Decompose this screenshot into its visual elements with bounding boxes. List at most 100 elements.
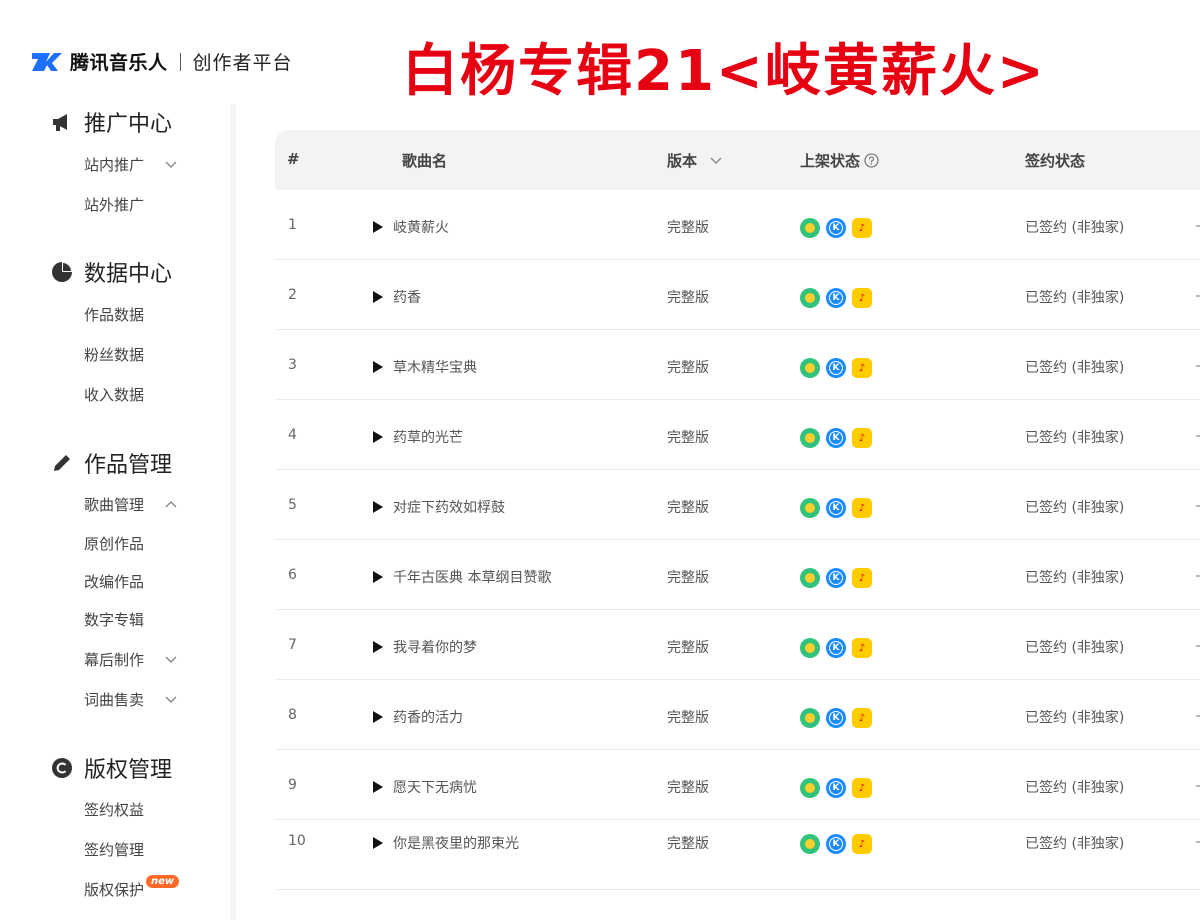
- kuwo-icon[interactable]: ♪: [852, 498, 872, 518]
- play-icon[interactable]: [373, 571, 383, 583]
- qq-music-icon[interactable]: [800, 498, 820, 518]
- logo-divider: [179, 52, 181, 71]
- kugou-icon[interactable]: K: [826, 568, 846, 588]
- song-name-cell[interactable]: 愿天下无病忧: [373, 777, 477, 797]
- sidebar-section-data[interactable]: 数据中心: [50, 256, 172, 288]
- kuwo-icon[interactable]: ♪: [852, 358, 872, 378]
- sidebar-section-copyright[interactable]: 版权管理: [50, 752, 172, 784]
- platform-status: K ♪: [800, 428, 878, 448]
- song-version: 完整版: [667, 430, 709, 446]
- table-row[interactable]: 9 愿天下无病忧 完整版 K ♪ 已签约 (非独家): [275, 750, 1200, 820]
- kugou-icon[interactable]: K: [826, 288, 846, 308]
- qq-music-icon[interactable]: [800, 568, 820, 588]
- table-header: # 歌曲名 版本 上架状态 签约状态: [275, 130, 1200, 190]
- table-row[interactable]: 6 千年古医典 本草纲目赞歌 完整版 K ♪ 已签约 (非独家): [275, 540, 1200, 610]
- kugou-icon[interactable]: K: [826, 428, 846, 448]
- sidebar-item-lyrics-sales[interactable]: 词曲售卖: [84, 689, 178, 710]
- help-icon[interactable]: [864, 153, 879, 168]
- sidebar-item-original-works[interactable]: 原创作品: [84, 533, 144, 554]
- brand-logo[interactable]: 腾讯音乐人 创作者平台: [30, 48, 293, 75]
- kugou-icon[interactable]: K: [826, 638, 846, 658]
- sidebar-item-copyright-protection[interactable]: 版权保护 new: [84, 875, 180, 900]
- logo-subtitle: 创作者平台: [192, 52, 293, 74]
- play-icon[interactable]: [373, 837, 383, 849]
- qq-music-icon[interactable]: [800, 834, 820, 854]
- sidebar-item-offsite-promotion[interactable]: 站外推广: [84, 194, 144, 215]
- kuwo-icon[interactable]: ♪: [852, 428, 872, 448]
- sidebar-item-works-data[interactable]: 作品数据: [84, 304, 144, 325]
- qq-music-icon[interactable]: [800, 288, 820, 308]
- table-row[interactable]: 4 药草的光芒 完整版 K ♪ 已签约 (非独家): [275, 400, 1200, 470]
- sidebar-section-works[interactable]: 作品管理: [50, 447, 172, 479]
- play-icon[interactable]: [373, 781, 383, 793]
- play-icon[interactable]: [373, 501, 383, 513]
- song-name-cell[interactable]: 你是黑夜里的那束光: [373, 833, 519, 853]
- play-icon[interactable]: [373, 221, 383, 233]
- qq-music-icon[interactable]: [800, 638, 820, 658]
- sidebar-item-income-data[interactable]: 收入数据: [84, 384, 144, 405]
- song-name-cell[interactable]: 草木精华宝典: [373, 357, 477, 377]
- sidebar-item-sign-management[interactable]: 签约管理: [84, 839, 144, 860]
- row-number: 7: [288, 637, 297, 653]
- kugou-icon[interactable]: K: [826, 834, 846, 854]
- kuwo-icon[interactable]: ♪: [852, 708, 872, 728]
- sidebar-section-promotion[interactable]: 推广中心: [50, 106, 172, 138]
- kuwo-icon[interactable]: ♪: [852, 218, 872, 238]
- play-icon[interactable]: [373, 641, 383, 653]
- song-name-cell[interactable]: 对症下药效如桴鼓: [373, 497, 505, 517]
- song-name: 我寻着你的梦: [393, 640, 477, 656]
- play-icon[interactable]: [373, 291, 383, 303]
- kuwo-icon[interactable]: ♪: [852, 834, 872, 854]
- nav-label: 站外推广: [84, 196, 145, 214]
- table-row[interactable]: 10 你是黑夜里的那束光 完整版 K ♪ 已签约 (非独家): [275, 820, 1200, 890]
- row-edge-marker: [1196, 645, 1200, 647]
- qq-music-icon[interactable]: [800, 358, 820, 378]
- sidebar-item-adapted-works[interactable]: 改编作品: [84, 571, 144, 592]
- row-number: 3: [288, 357, 297, 373]
- table-row[interactable]: 5 对症下药效如桴鼓 完整版 K ♪ 已签约 (非独家): [275, 470, 1200, 540]
- sidebar-item-sign-rights[interactable]: 签约权益: [84, 799, 144, 820]
- kuwo-icon[interactable]: ♪: [852, 568, 872, 588]
- play-icon[interactable]: [373, 361, 383, 373]
- sidebar-item-behind-scenes[interactable]: 幕后制作: [84, 649, 178, 670]
- kuwo-icon[interactable]: ♪: [852, 778, 872, 798]
- sign-status: 已签约 (非独家): [1025, 290, 1125, 306]
- column-header-version[interactable]: 版本: [667, 150, 723, 171]
- song-name-cell[interactable]: 岐黄薪火: [373, 217, 449, 237]
- qq-music-icon[interactable]: [800, 778, 820, 798]
- kugou-icon[interactable]: K: [826, 358, 846, 378]
- song-name-cell[interactable]: 药香: [373, 287, 421, 307]
- sidebar-item-digital-album[interactable]: 数字专辑: [84, 609, 144, 630]
- play-icon[interactable]: [373, 431, 383, 443]
- nav-label: 歌曲管理: [84, 496, 145, 514]
- kugou-icon[interactable]: K: [826, 498, 846, 518]
- table-row[interactable]: 1 岐黄薪火 完整版 K ♪ 已签约 (非独家): [275, 190, 1200, 260]
- kuwo-icon[interactable]: ♪: [852, 638, 872, 658]
- sidebar-item-song-management[interactable]: 歌曲管理: [84, 494, 178, 515]
- table-row[interactable]: 3 草木精华宝典 完整版 K ♪ 已签约 (非独家): [275, 330, 1200, 400]
- kugou-icon[interactable]: K: [826, 778, 846, 798]
- song-version: 完整版: [667, 360, 709, 376]
- sidebar-item-fans-data[interactable]: 粉丝数据: [84, 344, 144, 365]
- table-row[interactable]: 8 药香的活力 完整版 K ♪ 已签约 (非独家): [275, 680, 1200, 750]
- kugou-icon[interactable]: K: [826, 708, 846, 728]
- qq-music-icon[interactable]: [800, 428, 820, 448]
- sign-status: 已签约 (非独家): [1025, 780, 1125, 796]
- table-row[interactable]: 2 药香 完整版 K ♪ 已签约 (非独家): [275, 260, 1200, 330]
- platform-status: K ♪: [800, 834, 878, 854]
- play-icon[interactable]: [373, 711, 383, 723]
- column-header-sign-status: 签约状态: [1025, 152, 1086, 170]
- sidebar-nav: 推广中心 站内推广 站外推广 数据中心 作品数据 粉丝数据 收入数据 作品管理 …: [0, 104, 236, 920]
- row-edge-marker: [1196, 295, 1200, 297]
- table-row[interactable]: 7 我寻着你的梦 完整版 K ♪ 已签约 (非独家): [275, 610, 1200, 680]
- kugou-icon[interactable]: K: [826, 218, 846, 238]
- sidebar-item-onsite-promotion[interactable]: 站内推广: [84, 154, 178, 175]
- qq-music-icon[interactable]: [800, 708, 820, 728]
- kuwo-icon[interactable]: ♪: [852, 288, 872, 308]
- qq-music-icon[interactable]: [800, 218, 820, 238]
- song-name-cell[interactable]: 药香的活力: [373, 707, 463, 727]
- song-name-cell[interactable]: 药草的光芒: [373, 427, 463, 447]
- song-name-cell[interactable]: 千年古医典 本草纲目赞歌: [373, 567, 551, 587]
- row-edge-marker: [1196, 435, 1200, 437]
- song-name-cell[interactable]: 我寻着你的梦: [373, 637, 477, 657]
